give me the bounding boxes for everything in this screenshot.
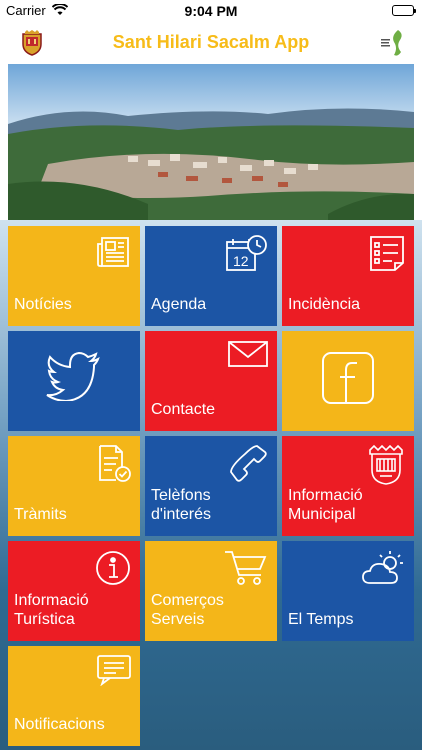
calendar-clock-icon: 12 — [225, 234, 269, 277]
tile-label: Tràmits — [14, 506, 67, 523]
battery-icon — [392, 5, 416, 16]
document-check-icon — [96, 444, 132, 487]
envelope-icon — [227, 339, 269, 374]
tile-label: Notícies — [14, 296, 72, 313]
town-hall-icon — [366, 444, 406, 491]
brand-logo-icon[interactable] — [378, 28, 408, 58]
twitter-bird-icon — [8, 351, 140, 406]
newspaper-icon — [96, 234, 132, 275]
svg-text:12: 12 — [233, 253, 249, 269]
tile-label: Notificacions — [14, 716, 105, 733]
checklist-icon — [368, 234, 406, 277]
tile-tramits[interactable]: Tràmits — [8, 436, 140, 536]
tile-label: Incidència — [288, 296, 361, 313]
phone-icon — [229, 444, 269, 489]
tile-label: Informació Municipal — [288, 487, 363, 523]
tile-agenda[interactable]: 12 Agenda — [145, 226, 277, 326]
tile-el-temps[interactable]: El Temps — [282, 541, 414, 641]
info-icon — [94, 549, 132, 592]
navigation-bar: Sant Hilari Sacalm App — [0, 22, 422, 64]
tile-contacte[interactable]: Contacte — [145, 331, 277, 431]
tile-facebook[interactable] — [282, 331, 414, 431]
tile-incidencia[interactable]: Incidència — [282, 226, 414, 326]
tile-informacio-turistica[interactable]: Informació Turística — [8, 541, 140, 641]
clock: 9:04 PM — [184, 3, 238, 19]
tile-notificacions[interactable]: Notificacions — [8, 646, 140, 746]
app-screen: Carrier 9:04 PM Sant Hilari Sacalm App N… — [0, 0, 422, 750]
tile-label: Telèfons d'interés — [151, 487, 211, 523]
tile-informacio-municipal[interactable]: Informació Municipal — [282, 436, 414, 536]
shopping-cart-icon — [223, 549, 269, 592]
chat-bubble-icon — [96, 654, 132, 691]
weather-icon — [360, 549, 406, 592]
tile-label: Comerços Serveis — [151, 592, 224, 628]
tile-noticies[interactable]: Notícies — [8, 226, 140, 326]
town-panorama-photo — [8, 64, 414, 220]
tile-label: Agenda — [151, 296, 207, 313]
app-title: Sant Hilari Sacalm App — [112, 32, 310, 52]
tile-label: El Temps — [288, 611, 354, 628]
tile-comercos-serveis[interactable]: Comerços Serveis — [145, 541, 277, 641]
tile-twitter[interactable] — [8, 331, 140, 431]
facebook-icon — [282, 351, 414, 410]
tile-label: Informació Turística — [14, 592, 89, 628]
tile-telefons[interactable]: Telèfons d'interés — [145, 436, 277, 536]
tile-label: Contacte — [151, 401, 216, 418]
status-bar: Carrier 9:04 PM — [0, 0, 422, 22]
